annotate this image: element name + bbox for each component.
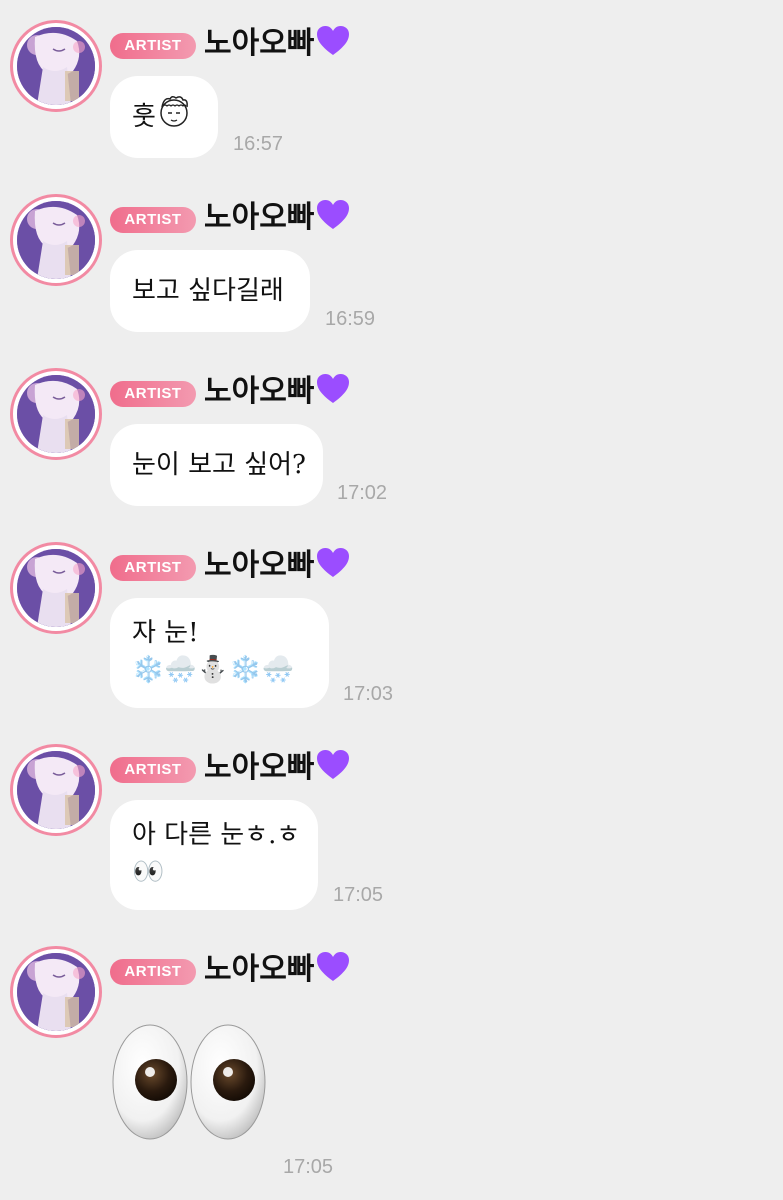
big-eyes-emoji[interactable]: [110, 1022, 270, 1142]
sender-name[interactable]: 노아오빠: [204, 372, 350, 412]
message-text: 보고 싶다길래: [132, 276, 284, 306]
message-bubble[interactable]: 아 다른 눈ㅎ.ㅎ 👀: [110, 800, 318, 910]
timestamp: 16:57: [233, 133, 284, 155]
purple-heart-icon: [317, 374, 350, 403]
timestamp: 17:02: [337, 482, 388, 504]
artist-badge: ARTIST: [110, 555, 196, 581]
message-group: ARTIST 노아오빠 17:05: [0, 942, 783, 1192]
artist-badge: ARTIST: [110, 381, 196, 407]
message-group: ARTIST 노아오빠 눈이 보고 싶어? 17:02: [0, 364, 783, 524]
message-bubble[interactable]: 보고 싶다길래: [110, 250, 310, 332]
timestamp: 17:05: [283, 1156, 334, 1178]
avatar-image: [17, 953, 95, 1031]
message-group: ARTIST 노아오빠 보고 싶다길래 16:59: [0, 190, 783, 350]
purple-heart-icon: [317, 200, 350, 229]
sender-name-text: 노아오빠: [204, 374, 315, 409]
message-bubble[interactable]: 훗: [110, 76, 218, 158]
avatar-image: [17, 27, 95, 105]
timestamp: 16:59: [325, 308, 376, 330]
sender-name[interactable]: 노아오빠: [204, 950, 350, 990]
sender-name[interactable]: 노아오빠: [204, 546, 350, 586]
purple-heart-icon: [317, 750, 350, 779]
sender-name-text: 노아오빠: [204, 200, 315, 235]
avatar-image: [17, 549, 95, 627]
avatar-image: [17, 751, 95, 829]
sender-name-text: 노아오빠: [204, 952, 315, 987]
message-group: ARTIST 노아오빠 훗 16:57: [0, 16, 783, 176]
artist-badge: ARTIST: [110, 757, 196, 783]
avatar[interactable]: [10, 542, 102, 634]
message-group: ARTIST 노아오빠 자 눈! ❄️🌨️⛄❄️🌨️ 17:03: [0, 538, 783, 728]
message-text: 아 다른 눈ㅎ.ㅎ: [132, 820, 301, 850]
avatar[interactable]: [10, 194, 102, 286]
purple-heart-icon: [317, 26, 350, 55]
snow-emoji-row: ❄️🌨️⛄❄️🌨️: [132, 655, 294, 685]
sender-name[interactable]: 노아오빠: [204, 198, 350, 238]
avatar[interactable]: [10, 744, 102, 836]
avatar[interactable]: [10, 368, 102, 460]
timestamp: 17:03: [343, 683, 394, 705]
sender-name[interactable]: 노아오빠: [204, 24, 350, 64]
artist-badge: ARTIST: [110, 33, 196, 59]
message-bubble[interactable]: 눈이 보고 싶어?: [110, 424, 323, 506]
eyes-emoji-small: 👀: [132, 857, 165, 887]
avatar-image: [17, 375, 95, 453]
artist-badge: ARTIST: [110, 959, 196, 985]
purple-heart-icon: [317, 548, 350, 577]
avatar[interactable]: [10, 20, 102, 112]
timestamp: 17:05: [333, 884, 384, 906]
artist-badge: ARTIST: [110, 207, 196, 233]
sender-name-text: 노아오빠: [204, 750, 315, 785]
purple-heart-icon: [317, 952, 350, 981]
message-group: ARTIST 노아오빠 아 다른 눈ㅎ.ㅎ 👀 17:05: [0, 740, 783, 930]
message-text: 눈이 보고 싶어?: [132, 450, 306, 480]
sender-name-text: 노아오빠: [204, 26, 315, 61]
message-text: 훗: [132, 76, 196, 158]
message-text: 자 눈!: [132, 618, 199, 648]
sender-name[interactable]: 노아오빠: [204, 748, 350, 788]
sender-name-text: 노아오빠: [204, 548, 315, 583]
doodle-face-icon: [160, 95, 188, 127]
avatar-image: [17, 201, 95, 279]
message-bubble[interactable]: 자 눈! ❄️🌨️⛄❄️🌨️: [110, 598, 329, 708]
avatar[interactable]: [10, 946, 102, 1038]
